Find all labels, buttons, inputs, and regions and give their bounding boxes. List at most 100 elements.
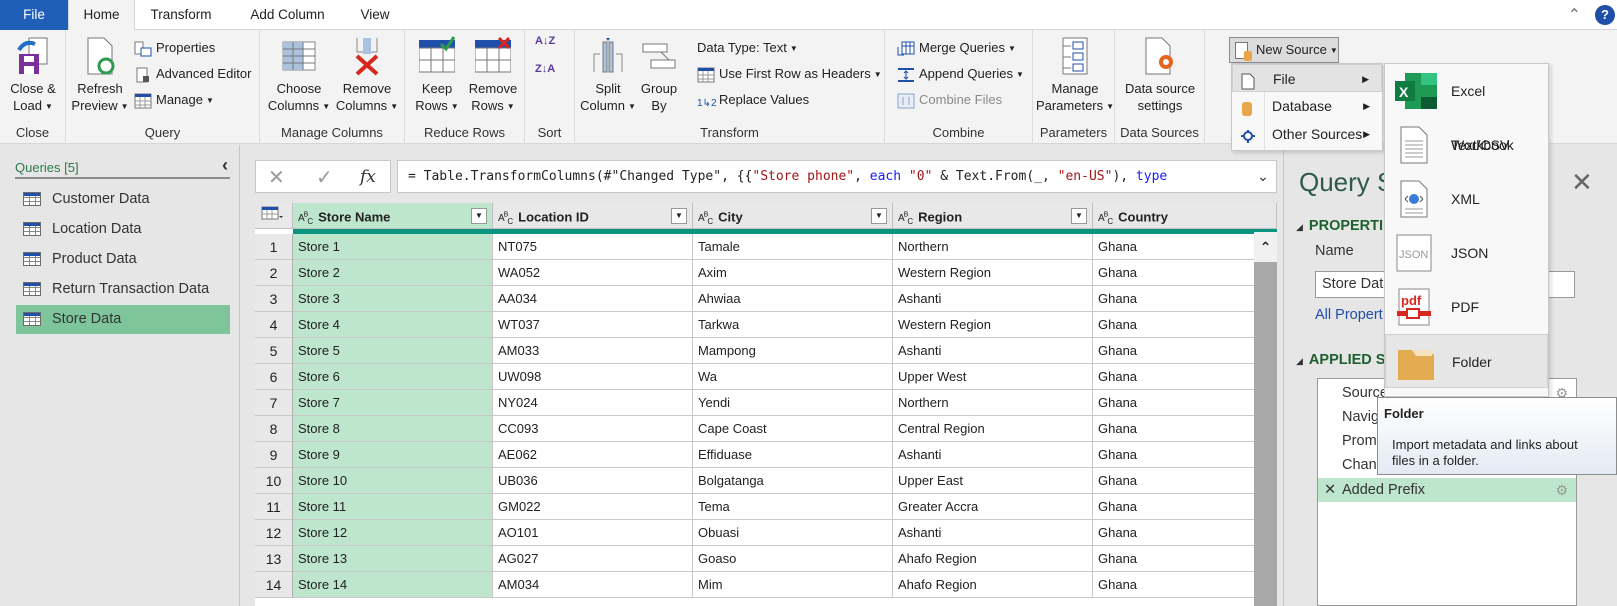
cell-store-name[interactable]: Store 2 bbox=[293, 260, 493, 286]
row-number[interactable]: 7 bbox=[255, 390, 293, 416]
step-added-prefix[interactable]: ✕ Added Prefix ⚙ bbox=[1318, 478, 1576, 502]
delete-step-icon[interactable]: ✕ bbox=[1324, 478, 1336, 502]
query-item-location-data[interactable]: Location Data bbox=[16, 215, 230, 244]
cell-store-name[interactable]: Store 5 bbox=[293, 338, 493, 364]
collapse-queries-icon[interactable]: ‹ bbox=[222, 155, 228, 176]
cell-store-name[interactable]: Store 9 bbox=[293, 442, 493, 468]
menu-item-database[interactable]: Database ▶ bbox=[1232, 92, 1382, 120]
cell-city[interactable]: Tamale bbox=[693, 234, 893, 260]
cell-store-name[interactable]: Store 13 bbox=[293, 546, 493, 572]
cell-location-id[interactable]: CC093 bbox=[493, 416, 693, 442]
cell-region[interactable]: Ashanti bbox=[893, 442, 1093, 468]
keep-rows-button[interactable]: Keep Rows ▼ bbox=[409, 36, 465, 115]
data-type-dropdown[interactable]: Data Type: Text ▼ bbox=[697, 37, 798, 59]
cell-store-name[interactable]: Store 10 bbox=[293, 468, 493, 494]
cell-city[interactable]: Yendi bbox=[693, 390, 893, 416]
filter-dropdown-icon[interactable]: ▼ bbox=[471, 208, 487, 224]
cell-city[interactable]: Wa bbox=[693, 364, 893, 390]
cell-store-name[interactable]: Store 11 bbox=[293, 494, 493, 520]
cell-city[interactable]: Mim bbox=[693, 572, 893, 598]
cell-location-id[interactable]: AM033 bbox=[493, 338, 693, 364]
filter-dropdown-icon[interactable]: ▼ bbox=[671, 208, 687, 224]
cell-country[interactable]: Ghana bbox=[1093, 390, 1277, 416]
cell-store-name[interactable]: Store 8 bbox=[293, 416, 493, 442]
cell-region[interactable]: Ashanti bbox=[893, 286, 1093, 312]
close-icon[interactable]: ✕ bbox=[1571, 167, 1593, 198]
row-number[interactable]: 2 bbox=[255, 260, 293, 286]
query-item-store-data[interactable]: Store Data bbox=[16, 305, 230, 334]
cell-location-id[interactable]: AE062 bbox=[493, 442, 693, 468]
vertical-scrollbar[interactable]: ⌃ bbox=[1254, 232, 1277, 606]
sort-ascending-button[interactable]: A↓Z bbox=[535, 36, 555, 60]
menu-item-other-sources[interactable]: Other Sources ▶ bbox=[1232, 120, 1382, 148]
tab-home[interactable]: Home bbox=[68, 0, 135, 31]
query-item-product-data[interactable]: Product Data bbox=[16, 245, 230, 274]
formula-input[interactable]: = Table.TransformColumns(#"Changed Type"… bbox=[397, 160, 1277, 193]
cell-region[interactable]: Central Region bbox=[893, 416, 1093, 442]
cell-store-name[interactable]: Store 7 bbox=[293, 390, 493, 416]
cell-country[interactable]: Ghana bbox=[1093, 572, 1277, 598]
cell-country[interactable]: Ghana bbox=[1093, 286, 1277, 312]
new-source-button[interactable]: New Source ▼ bbox=[1229, 37, 1339, 63]
cell-country[interactable]: Ghana bbox=[1093, 546, 1277, 572]
cell-location-id[interactable]: AG027 bbox=[493, 546, 693, 572]
merge-queries-button[interactable]: Merge Queries ▼ bbox=[897, 37, 1016, 59]
cell-city[interactable]: Obuasi bbox=[693, 520, 893, 546]
cell-region[interactable]: Ashanti bbox=[893, 520, 1093, 546]
expand-formula-icon[interactable]: ⌄ bbox=[1250, 161, 1276, 192]
manage-parameters-button[interactable]: Manage Parameters ▼ bbox=[1035, 36, 1115, 115]
cell-country[interactable]: Ghana bbox=[1093, 312, 1277, 338]
menu-item-xml[interactable]: XML bbox=[1385, 172, 1548, 226]
text-type-icon[interactable]: ABC bbox=[698, 212, 713, 226]
remove-rows-button[interactable]: Remove Rows ▼ bbox=[463, 36, 523, 115]
row-number[interactable]: 14 bbox=[255, 572, 293, 598]
row-number[interactable]: 3 bbox=[255, 286, 293, 312]
cell-location-id[interactable]: UW098 bbox=[493, 364, 693, 390]
cell-store-name[interactable]: Store 14 bbox=[293, 572, 493, 598]
cell-region[interactable]: Western Region bbox=[893, 312, 1093, 338]
append-queries-button[interactable]: Append Queries ▼ bbox=[897, 63, 1024, 85]
menu-item-excel-workbook[interactable]: X Excel Workbook bbox=[1385, 64, 1548, 153]
cell-location-id[interactable]: UB036 bbox=[493, 468, 693, 494]
table-menu-button[interactable] bbox=[255, 203, 293, 229]
cell-city[interactable]: Ahwiaa bbox=[693, 286, 893, 312]
manage-button[interactable]: Manage ▼ bbox=[134, 89, 214, 111]
row-number[interactable]: 6 bbox=[255, 364, 293, 390]
row-number[interactable]: 10 bbox=[255, 468, 293, 494]
row-number[interactable]: 1 bbox=[255, 234, 293, 260]
cell-region[interactable]: Ahafo Region bbox=[893, 572, 1093, 598]
row-number[interactable]: 11 bbox=[255, 494, 293, 520]
cell-city[interactable]: Effiduase bbox=[693, 442, 893, 468]
cell-location-id[interactable]: WA052 bbox=[493, 260, 693, 286]
cell-store-name[interactable]: Store 1 bbox=[293, 234, 493, 260]
cell-country[interactable]: Ghana bbox=[1093, 234, 1277, 260]
gear-icon[interactable]: ⚙ bbox=[1555, 478, 1568, 502]
column-header-location-id[interactable]: ABC Location ID ▼ bbox=[493, 203, 693, 229]
remove-columns-button[interactable]: Remove Columns ▼ bbox=[332, 36, 402, 115]
row-number[interactable]: 9 bbox=[255, 442, 293, 468]
cell-location-id[interactable]: AA034 bbox=[493, 286, 693, 312]
cell-region[interactable]: Upper East bbox=[893, 468, 1093, 494]
row-number[interactable]: 4 bbox=[255, 312, 293, 338]
cell-region[interactable]: Western Region bbox=[893, 260, 1093, 286]
confirm-formula-icon[interactable]: ✓ bbox=[316, 165, 333, 190]
cell-country[interactable]: Ghana bbox=[1093, 494, 1277, 520]
cell-region[interactable]: Upper West bbox=[893, 364, 1093, 390]
menu-item-json[interactable]: JSON JSON bbox=[1385, 226, 1548, 280]
menu-item-text-csv[interactable]: Text/CSV bbox=[1385, 118, 1548, 172]
replace-values-button[interactable]: 1↳2 Replace Values bbox=[697, 89, 809, 111]
cell-city[interactable]: Tarkwa bbox=[693, 312, 893, 338]
text-type-icon[interactable]: ABC bbox=[898, 212, 913, 226]
row-number[interactable]: 12 bbox=[255, 520, 293, 546]
split-column-button[interactable]: Split Column ▼ bbox=[579, 36, 637, 115]
query-item-customer-data[interactable]: Customer Data bbox=[16, 185, 230, 214]
collapse-ribbon-icon[interactable]: ⌃ bbox=[1568, 5, 1581, 25]
fx-icon[interactable]: fx bbox=[360, 167, 376, 187]
filter-dropdown-icon[interactable]: ▼ bbox=[1071, 208, 1087, 224]
cell-region[interactable]: Ashanti bbox=[893, 338, 1093, 364]
query-item-return-transaction-data[interactable]: Return Transaction Data bbox=[16, 275, 230, 304]
row-number[interactable]: 8 bbox=[255, 416, 293, 442]
cell-country[interactable]: Ghana bbox=[1093, 260, 1277, 286]
tab-add-column[interactable]: Add Column bbox=[240, 0, 335, 30]
menu-item-pdf[interactable]: pdf PDF bbox=[1385, 280, 1548, 334]
